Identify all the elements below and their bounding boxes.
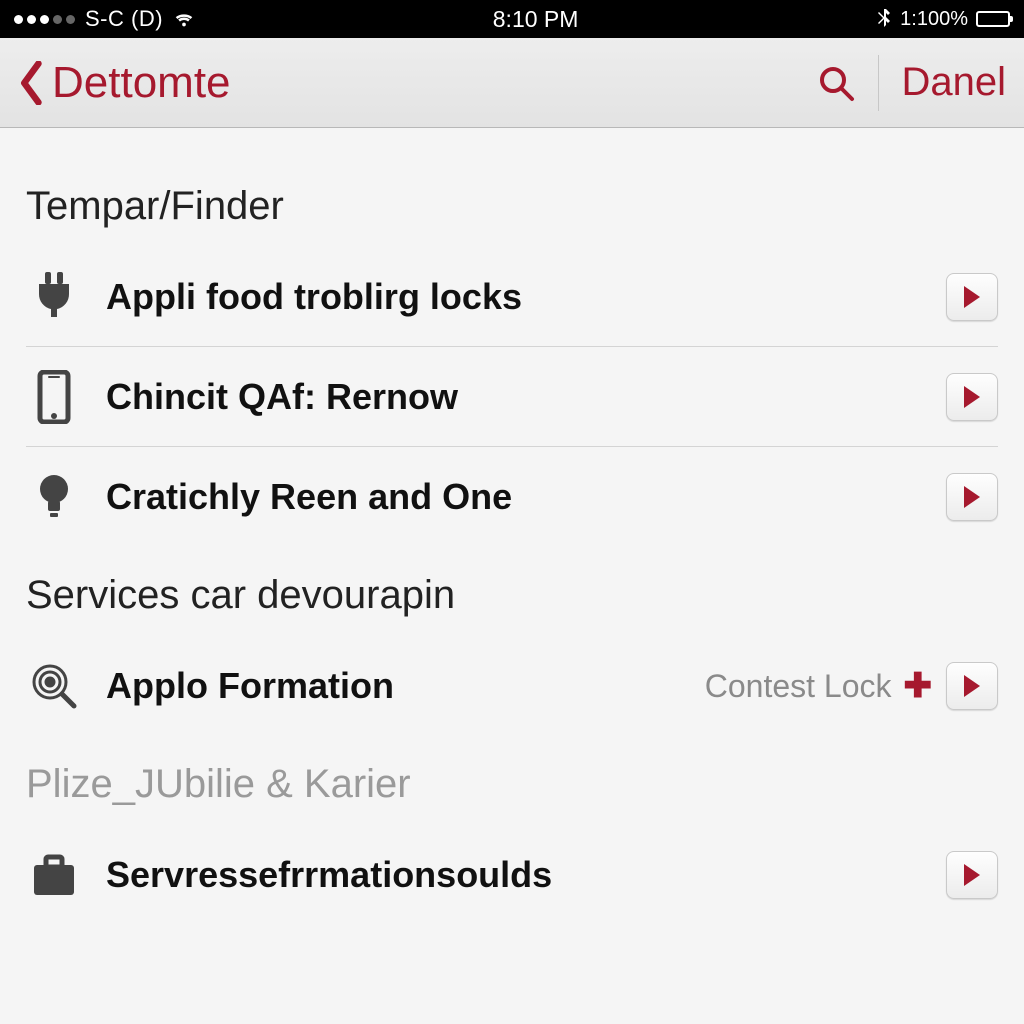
back-button[interactable]: Dettomte <box>18 58 231 108</box>
play-icon <box>964 486 980 508</box>
list-item-label: Applo Formation <box>106 665 705 707</box>
section-header: Services car devourapin <box>26 573 998 618</box>
search-icon <box>816 63 856 103</box>
disclosure-button[interactable] <box>946 851 998 899</box>
disclosure-button[interactable] <box>946 373 998 421</box>
nav-bar: Dettomte Danel <box>0 38 1024 128</box>
wifi-icon <box>173 8 195 30</box>
play-icon <box>964 386 980 408</box>
disclosure-button[interactable] <box>946 473 998 521</box>
plus-icon[interactable]: ✚ <box>904 666 933 706</box>
list-item-label: Cratichly Reen and One <box>106 476 946 518</box>
status-time: 8:10 PM <box>493 6 579 33</box>
target-icon <box>26 660 82 712</box>
search-button[interactable] <box>816 63 878 103</box>
main-content: Tempar/Finder Appli food troblirg locks … <box>0 128 1024 925</box>
chevron-left-icon <box>18 61 46 105</box>
status-bar: S-C (D) 8:10 PM 1:100% <box>0 0 1024 38</box>
play-icon <box>964 286 980 308</box>
bluetooth-icon <box>876 9 892 29</box>
battery-icon <box>976 11 1010 27</box>
battery-percent: 1:100% <box>900 8 968 31</box>
nav-back-label: Dettomte <box>52 58 231 108</box>
status-right: 1:100% <box>876 8 1010 31</box>
plug-icon <box>26 271 82 323</box>
list-item-label: Chincit QAf: Rernow <box>106 376 946 418</box>
disclosure-button[interactable] <box>946 662 998 710</box>
carrier-label: S-C (D) <box>85 6 163 32</box>
list-item[interactable]: Applo Formation Contest Lock ✚ <box>26 636 998 736</box>
list-item-label: Appli food troblirg locks <box>106 276 946 318</box>
list-item[interactable]: Cratichly Reen and One <box>26 447 998 547</box>
briefcase-icon <box>26 849 82 901</box>
nav-user-button[interactable]: Danel <box>901 60 1006 105</box>
play-icon <box>964 675 980 697</box>
section-header: Tempar/Finder <box>26 184 998 229</box>
signal-dots-icon <box>14 15 75 24</box>
list-item-label: Servressefrrmationsoulds <box>106 854 946 896</box>
nav-divider <box>878 55 879 111</box>
section-header: Plize_JUbilie & Karier <box>26 762 998 807</box>
play-icon <box>964 864 980 886</box>
phone-icon <box>26 371 82 423</box>
list-item-meta: Contest Lock <box>705 668 892 705</box>
list-item[interactable]: Chincit QAf: Rernow <box>26 347 998 447</box>
status-left: S-C (D) <box>14 6 195 32</box>
bulb-icon <box>26 471 82 523</box>
disclosure-button[interactable] <box>946 273 998 321</box>
list-item[interactable]: Servressefrrmationsoulds <box>26 825 998 925</box>
list-item[interactable]: Appli food troblirg locks <box>26 247 998 347</box>
